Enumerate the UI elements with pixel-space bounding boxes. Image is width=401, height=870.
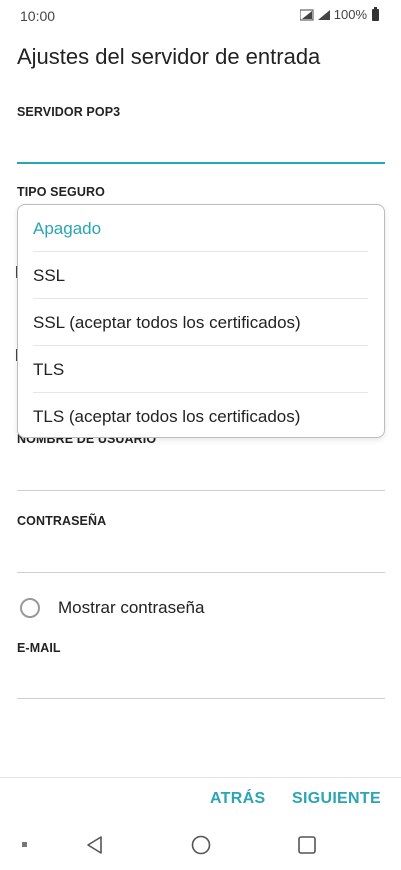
cellular-signal-icon [317,9,330,20]
pop3-server-input[interactable] [17,130,385,160]
page-title: Ajustes del servidor de entrada [17,44,321,69]
dropdown-option-label: TLS [33,359,65,379]
battery-icon [372,6,379,21]
dropdown-option-tls-accept-all[interactable]: TLS (aceptar todos los certificados) [18,393,384,437]
dropdown-option-ssl[interactable]: SSL [18,252,384,299]
dropdown-option-label: SSL [33,265,66,285]
email-underline [17,698,385,699]
dropdown-option-label: TLS (aceptar todos los certificados) [33,406,301,426]
radio-button-icon[interactable] [20,598,40,618]
password-underline [17,572,385,573]
nav-dot-icon [22,842,27,847]
dropdown-option-ssl-accept-all[interactable]: SSL (aceptar todos los certificados) [18,299,384,346]
dropdown-option-off[interactable]: Apagado [18,205,384,252]
username-input[interactable] [17,456,385,486]
navigation-bar [0,822,401,870]
show-password-option[interactable]: Mostrar contraseña [20,598,204,618]
nav-back-icon[interactable] [84,834,106,856]
cellular-signal-icon [299,9,314,20]
status-icons: 100% [299,6,379,22]
incoming-server-settings-screen: 10:00 100% Ajustes del servidor de entra… [0,0,401,870]
password-label: CONTRASEÑA [17,514,107,528]
username-underline [17,490,385,491]
email-input[interactable] [17,664,385,694]
password-input[interactable] [17,538,385,568]
action-bar-divider [0,777,401,778]
status-time: 10:00 [20,8,56,24]
pop3-server-label: SERVIDOR POP3 [17,105,121,119]
nav-recent-apps-icon[interactable] [296,834,318,856]
dropdown-option-label: Apagado [33,218,102,238]
security-type-dropdown: Apagado SSL SSL (aceptar todos los certi… [17,204,385,438]
show-password-label: Mostrar contraseña [58,598,205,617]
dropdown-option-tls[interactable]: TLS [18,346,384,393]
email-label: E-MAIL [17,641,61,655]
back-button[interactable]: ATRÁS [210,790,265,808]
nav-home-icon[interactable] [190,834,212,856]
battery-percentage: 100% [333,7,367,22]
next-button[interactable]: SIGUIENTE [292,790,381,808]
dropdown-option-label: SSL (aceptar todos los certificados) [33,312,301,332]
security-type-label: TIPO SEGURO [17,185,105,199]
pop3-server-underline [17,162,385,164]
status-bar: 10:00 100% [0,0,401,32]
